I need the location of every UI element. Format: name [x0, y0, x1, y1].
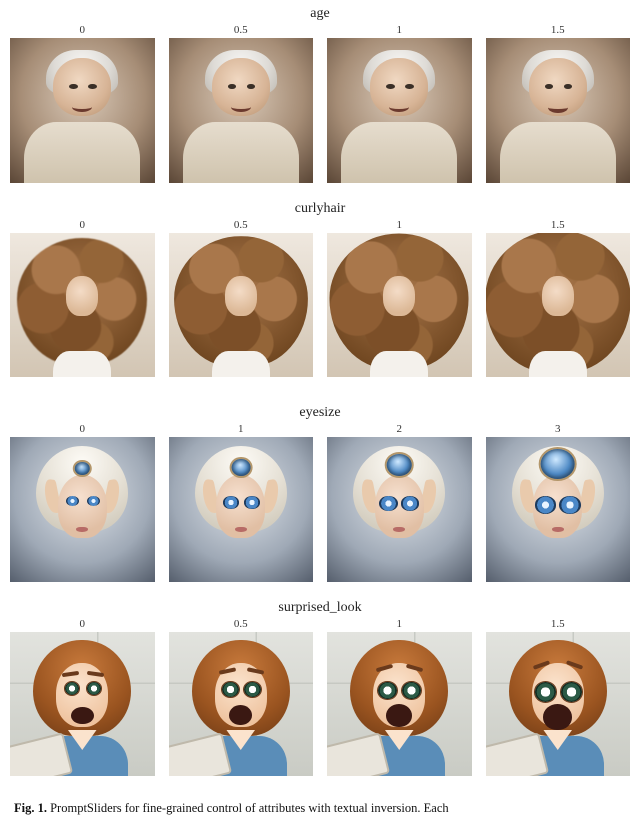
sample-image [10, 632, 155, 777]
sample-image [169, 233, 314, 378]
tick-label: 0 [10, 24, 155, 36]
row-tick-labels: 0 0.5 1 1.5 [6, 618, 634, 632]
tick-label: 1 [327, 24, 472, 36]
tick-label: 0.5 [169, 618, 314, 630]
row-images [6, 38, 634, 183]
fantasy-elf-portrait-icon [10, 437, 155, 582]
elderly-woman-portrait-icon [327, 38, 472, 183]
sample-image [486, 437, 631, 582]
tick-label: 3 [486, 423, 631, 435]
surprised-cartoon-woman-icon [486, 632, 631, 777]
elderly-woman-portrait-icon [10, 38, 155, 183]
sample-image [10, 38, 155, 183]
sample-image [327, 233, 472, 378]
curly-hair-portrait-icon [486, 233, 631, 378]
figure-caption: Fig. 1. PromptSliders for fine-grained c… [6, 794, 634, 819]
curly-hair-portrait-icon [10, 233, 155, 378]
sample-image [327, 437, 472, 582]
sample-image [169, 437, 314, 582]
fantasy-elf-portrait-icon [486, 437, 631, 582]
sample-image [169, 38, 314, 183]
sample-image [486, 38, 631, 183]
row-surprised-look: surprised_look 0 0.5 1 1.5 [6, 600, 634, 777]
sample-image [327, 38, 472, 183]
tick-label: 1 [327, 618, 472, 630]
tick-label: 1.5 [486, 219, 631, 231]
curly-hair-portrait-icon [327, 233, 472, 378]
surprised-cartoon-woman-icon [10, 632, 155, 777]
surprised-cartoon-woman-icon [327, 632, 472, 777]
curly-hair-portrait-icon [169, 233, 314, 378]
fantasy-elf-portrait-icon [169, 437, 314, 582]
row-curlyhair: curlyhair 0 0.5 1 1.5 [6, 201, 634, 378]
sample-image [327, 632, 472, 777]
sample-image [10, 437, 155, 582]
tick-label: 1.5 [486, 618, 631, 630]
row-images [6, 632, 634, 777]
row-tick-labels: 0 0.5 1 1.5 [6, 219, 634, 233]
tick-label: 0.5 [169, 24, 314, 36]
row-images [6, 437, 634, 582]
sample-image [486, 632, 631, 777]
elderly-woman-portrait-icon [486, 38, 631, 183]
figure-caption-text: PromptSliders for fine-grained control o… [50, 801, 449, 815]
tick-label: 2 [327, 423, 472, 435]
sample-image [10, 233, 155, 378]
fantasy-elf-portrait-icon [327, 437, 472, 582]
tick-label: 1 [327, 219, 472, 231]
surprised-cartoon-woman-icon [169, 632, 314, 777]
figure-prompt-sliders: age 0 0.5 1 1.5 [0, 0, 640, 819]
tick-label: 1 [169, 423, 314, 435]
tick-label: 0 [10, 219, 155, 231]
row-attribute-label: age [6, 6, 634, 22]
row-tick-labels: 0 0.5 1 1.5 [6, 24, 634, 38]
elderly-woman-portrait-icon [169, 38, 314, 183]
tick-label: 0.5 [169, 219, 314, 231]
row-tick-labels: 0 1 2 3 [6, 423, 634, 437]
row-attribute-label: surprised_look [6, 600, 634, 616]
row-attribute-label: eyesize [6, 405, 634, 421]
sample-image [169, 632, 314, 777]
row-age: age 0 0.5 1 1.5 [6, 6, 634, 183]
row-images [6, 233, 634, 378]
tick-label: 0 [10, 423, 155, 435]
row-attribute-label: curlyhair [6, 201, 634, 217]
tick-label: 0 [10, 618, 155, 630]
row-eyesize: eyesize 0 1 2 3 [6, 405, 634, 582]
figure-caption-label: Fig. 1. [14, 801, 47, 815]
sample-image [486, 233, 631, 378]
tick-label: 1.5 [486, 24, 631, 36]
